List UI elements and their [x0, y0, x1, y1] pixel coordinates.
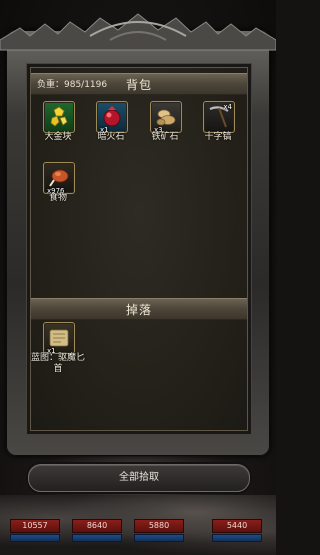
- party-mp-bar: [134, 534, 184, 542]
- party-mp-bar: [212, 534, 262, 542]
- bag-item-pickaxe[interactable]: x4: [203, 101, 235, 133]
- drop-item-blueprint[interactable]: x1: [43, 322, 75, 355]
- bag-item-iron-ore[interactable]: x3: [150, 101, 182, 134]
- party-hp-bar-2: 8640: [72, 519, 122, 533]
- bag-item-dark-fire-stone[interactable]: x1: [96, 101, 128, 134]
- collect-all-button[interactable]: 全部拾取: [28, 464, 250, 492]
- drop-title-bar: 掉落: [31, 298, 247, 320]
- bag-item-gold-nugget[interactable]: [43, 101, 75, 133]
- item-quantity: x4: [223, 103, 232, 111]
- party-mp-bar: [72, 534, 122, 542]
- drop-title: 掉落: [125, 303, 152, 317]
- bag-title: 背包: [125, 78, 152, 92]
- bag-item-food[interactable]: x976: [43, 162, 75, 195]
- party-mp-bar: [10, 534, 60, 542]
- party-hp-bar-1: 10557: [10, 519, 60, 533]
- bag-item-name: 大金块: [44, 132, 72, 142]
- gold-nugget-icon: [50, 106, 68, 127]
- frame-dragon-ornament: [0, 13, 276, 51]
- inventory-panel: 负重：985/1196 背包 大金块 x1 暗火石 x3 铁矿石 x4 十字镐 …: [30, 67, 248, 431]
- drop-item-name: 蓝图：驱魔匕首: [30, 353, 85, 374]
- party-hp-bar-3: 5880: [134, 519, 184, 533]
- bag-item-name: 铁矿石: [151, 132, 179, 142]
- bag-item-name: 食物: [48, 193, 67, 203]
- bag-item-name: 十字镐: [204, 132, 232, 142]
- bag-title-bar: 负重：985/1196 背包: [31, 73, 247, 95]
- bag-item-name: 暗火石: [97, 132, 125, 142]
- party-hp-bar-4: 5440: [212, 519, 262, 533]
